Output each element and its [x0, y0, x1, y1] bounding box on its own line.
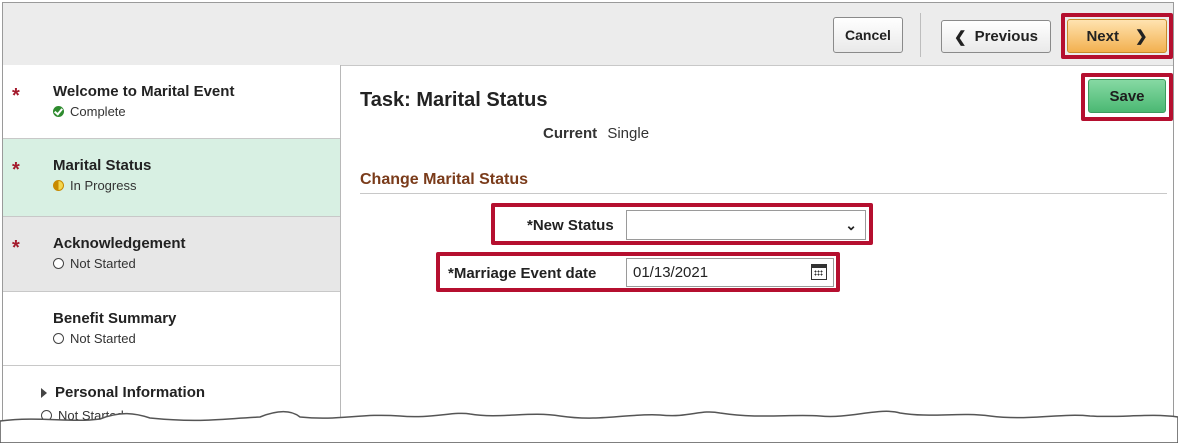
sidebar-item-marital-status[interactable]: * Marital Status In Progress [3, 139, 340, 217]
top-toolbar: Cancel ❮ Previous Next ❯ [3, 3, 1173, 66]
status-text: Complete [70, 104, 126, 119]
new-status-label: *New Status [527, 217, 614, 234]
marriage-date-label: *Marriage Event date [448, 265, 597, 282]
required-icon: * [12, 237, 20, 259]
section-divider [360, 193, 1167, 194]
sidebar-item-status: In Progress [53, 178, 136, 193]
status-text: In Progress [70, 178, 137, 193]
current-status-value: Single [607, 125, 650, 142]
page-title: Task: Marital Status [360, 89, 548, 111]
in-progress-icon [53, 180, 64, 191]
previous-button-label: Previous [974, 28, 1038, 45]
previous-button[interactable]: ❮ Previous [941, 20, 1051, 53]
chevron-left-icon: ❮ [954, 28, 967, 46]
chevron-down-icon: ⌄ [845, 217, 857, 233]
next-button[interactable]: Next ❯ [1067, 19, 1167, 53]
sidebar-item-benefit-summary[interactable]: Benefit Summary Not Started [3, 292, 340, 366]
status-text: Not Started [70, 331, 136, 346]
save-button[interactable]: Save [1088, 79, 1166, 113]
status-text: Not Started [70, 256, 136, 271]
sidebar-item-acknowledgement[interactable]: * Acknowledgement Not Started [3, 217, 340, 292]
marriage-date-input[interactable]: 01/13/2021 [626, 258, 834, 287]
current-status-row: Current Single [543, 125, 649, 142]
next-button-label: Next [1086, 27, 1119, 45]
toolbar-divider [920, 13, 921, 57]
cancel-button[interactable]: Cancel [833, 17, 903, 53]
complete-check-icon [53, 106, 64, 117]
sidebar-item-label: Benefit Summary [53, 310, 177, 327]
current-status-label: Current [543, 125, 598, 142]
sidebar-item-status: Not Started [53, 331, 136, 346]
not-started-icon [53, 258, 64, 269]
torn-edge-decoration [0, 410, 1178, 443]
sidebar-item-welcome[interactable]: * Welcome to Marital Event Complete [3, 65, 340, 139]
sidebar-item-status: Not Started [53, 256, 136, 271]
benefits-event-window: Cancel ❮ Previous Next ❯ * Welcome to Ma… [2, 2, 1174, 441]
section-title: Change Marital Status [360, 171, 529, 188]
sidebar-item-status: Complete [53, 104, 126, 119]
sidebar-item-label: Welcome to Marital Event [53, 83, 235, 100]
save-button-label: Save [1109, 87, 1145, 105]
sidebar-item-label: Acknowledgement [53, 235, 186, 252]
required-icon: * [12, 85, 20, 107]
marriage-date-value: 01/13/2021 [633, 264, 709, 281]
new-status-select[interactable]: ⌄ [626, 210, 866, 240]
not-started-icon [53, 333, 64, 344]
sidebar-item-label: Marital Status [53, 157, 152, 174]
cancel-button-label: Cancel [845, 27, 891, 43]
chevron-right-icon: ❯ [1134, 28, 1148, 45]
calendar-icon[interactable] [811, 264, 827, 280]
required-icon: * [12, 159, 20, 181]
